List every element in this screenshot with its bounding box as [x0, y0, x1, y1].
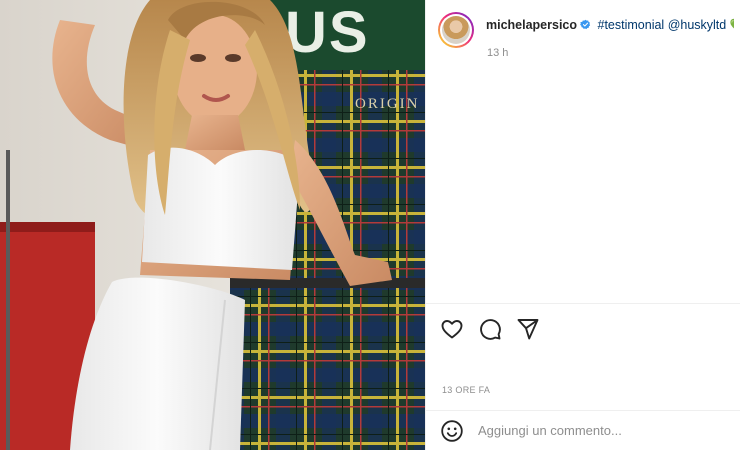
- avatar-border: [440, 14, 472, 46]
- sign-text: ORIGIN: [355, 96, 420, 112]
- caption: michelapersico #testimonial @huskyltd 💚: [486, 17, 734, 33]
- comment-bubble-icon[interactable]: [478, 317, 502, 341]
- heart-icon[interactable]: [440, 317, 464, 341]
- caption-mention[interactable]: @huskyltd: [668, 18, 727, 32]
- comment-bar: [426, 411, 740, 450]
- caption-hashtag[interactable]: #testimonial: [598, 18, 665, 32]
- post-time-ago[interactable]: 13 h: [487, 47, 508, 59]
- post-date-label[interactable]: 13 ORE FA: [442, 385, 490, 395]
- action-bar: [440, 317, 540, 341]
- svg-text:US: US: [285, 0, 370, 65]
- paper-plane-icon[interactable]: [516, 317, 540, 341]
- green-heart-emoji: 💚: [730, 18, 734, 32]
- caption-row: michelapersico #testimonial @huskyltd 💚: [438, 12, 734, 52]
- comment-input[interactable]: [478, 423, 718, 438]
- post-sidebar: michelapersico #testimonial @huskyltd 💚 …: [425, 0, 740, 450]
- author-username[interactable]: michelapersico: [486, 18, 577, 32]
- instagram-post: US ORIGIN michelapersico #testimonial @h…: [0, 0, 740, 450]
- post-photo-illustration: US ORIGIN: [0, 0, 425, 450]
- post-photo[interactable]: US ORIGIN: [0, 0, 425, 450]
- smiley-icon[interactable]: [440, 419, 464, 443]
- avatar[interactable]: [438, 12, 474, 48]
- verified-badge-icon: [580, 19, 591, 30]
- avatar-image: [442, 16, 470, 44]
- actions-top-divider: [426, 303, 740, 304]
